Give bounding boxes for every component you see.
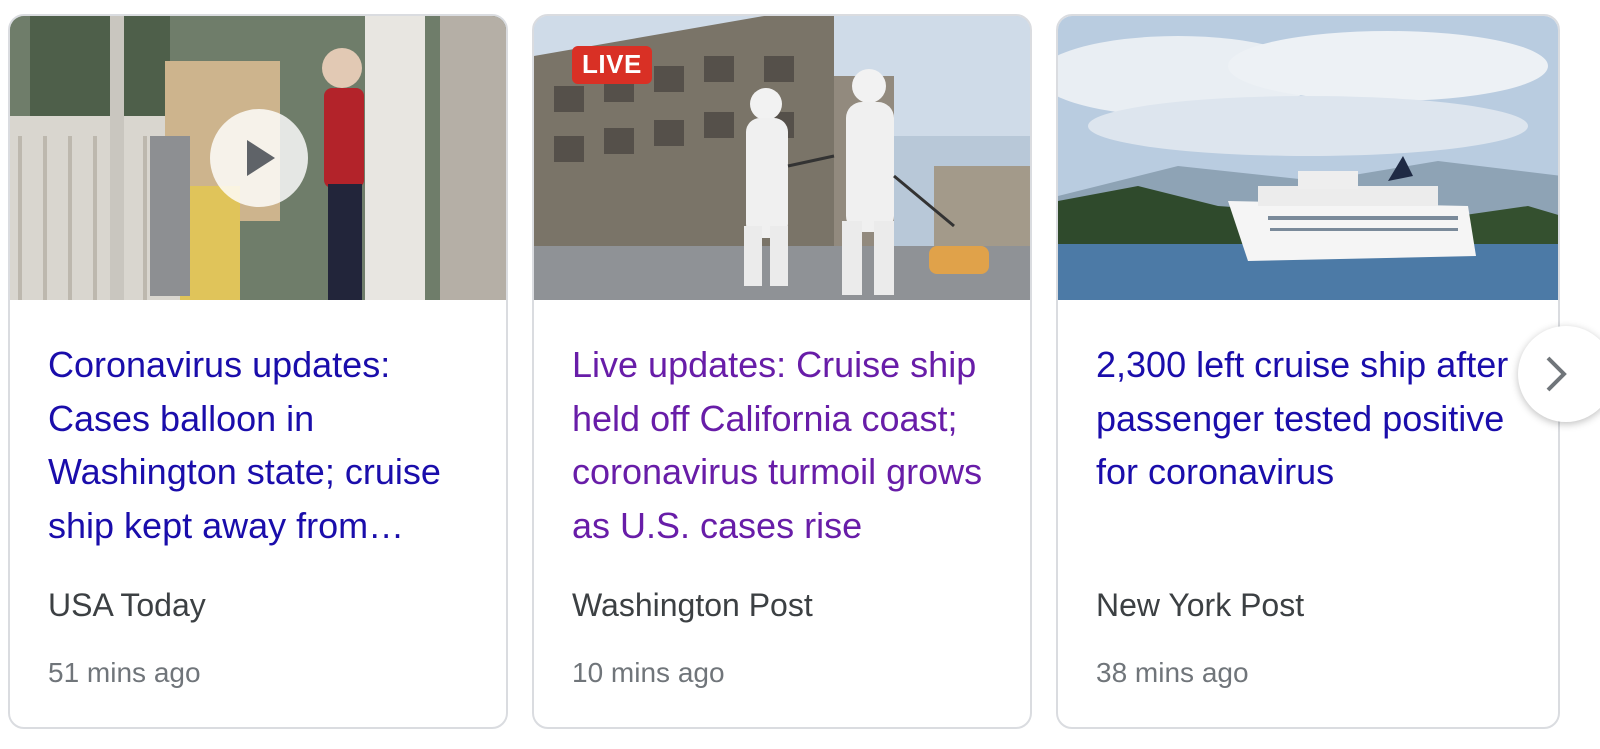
news-source: Washington Post <box>572 587 813 623</box>
news-card[interactable]: 2,300 left cruise ship after passenger t… <box>1056 14 1560 729</box>
headline-text: 2,300 left cruise ship after passenger t… <box>1096 344 1509 492</box>
news-headline-link[interactable]: 2,300 left cruise ship after passenger t… <box>1096 338 1516 552</box>
chevron-right-icon <box>1546 356 1567 392</box>
news-card[interactable]: Coronavirus updates: Cases balloon in Wa… <box>8 14 508 729</box>
news-source: New York Post <box>1096 587 1305 623</box>
news-headline-link[interactable]: Live updates: Cruise ship held off Calif… <box>572 338 992 552</box>
news-headline-link[interactable]: Coronavirus updates: Cases balloon in Wa… <box>48 338 468 552</box>
news-thumbnail[interactable] <box>10 16 506 300</box>
headline-text: Live updates: Cruise ship held off Calif… <box>572 344 983 546</box>
news-thumbnail[interactable]: LIVE <box>534 16 1030 300</box>
headline-text: Coronavirus updates: Cases balloon in Wa… <box>48 344 441 546</box>
news-card[interactable]: LIVE Live updates: Cruise ship held off … <box>532 14 1032 729</box>
news-source: USA Today <box>48 587 206 623</box>
news-timestamp: 10 mins ago <box>572 657 725 688</box>
live-badge: LIVE <box>572 46 652 84</box>
news-thumbnail[interactable] <box>1058 16 1558 300</box>
play-button[interactable] <box>210 109 308 207</box>
news-timestamp: 38 mins ago <box>1096 657 1249 688</box>
play-icon <box>247 140 275 176</box>
top-stories-carousel: Coronavirus updates: Cases balloon in Wa… <box>0 0 1600 749</box>
news-timestamp: 51 mins ago <box>48 657 201 688</box>
